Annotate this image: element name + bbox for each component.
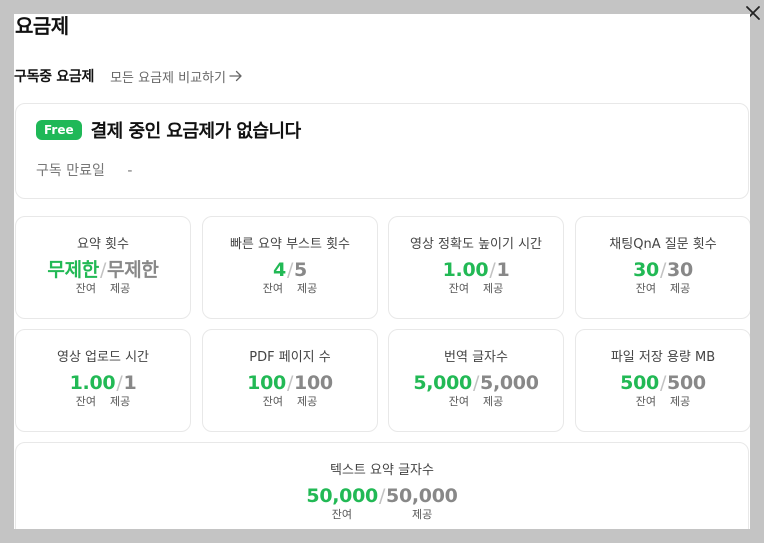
stat-total: 100: [294, 372, 333, 394]
stat-total: 30: [667, 259, 693, 281]
stat-remaining: 무제한: [47, 259, 99, 281]
stat-sublabels: 잔여 제공: [389, 282, 563, 295]
arrow-right-icon: [229, 70, 242, 82]
stat-total: 1: [496, 259, 510, 281]
provided-caption: 제공: [483, 282, 504, 295]
provided-caption: 제공: [297, 282, 318, 295]
stat-card-summary-count: 요약 횟수 무제한/무제한 잔여 제공: [15, 216, 191, 319]
remaining-caption: 잔여: [331, 508, 352, 521]
stat-sublabels: 잔여 제공: [203, 282, 377, 295]
stat-remaining: 4: [273, 259, 286, 281]
stat-values: 100/100: [203, 371, 377, 395]
stat-values: 1.00/1: [389, 258, 563, 282]
current-plan-card: Free 결제 중인 요금제가 없습니다 구독 만료일 -: [15, 103, 749, 199]
stat-label: 요약 횟수: [77, 237, 129, 252]
stat-sublabels: 잔여 제공: [203, 395, 377, 408]
stat-sublabels: 잔여 제공: [389, 395, 563, 408]
stat-label: 영상 정확도 높이기 시간: [410, 237, 542, 252]
expiry-value: -: [127, 163, 133, 179]
stat-label: 빠른 요약 부스트 횟수: [229, 237, 351, 252]
compare-plans-label: 모든 요금제 비교하기: [110, 70, 226, 86]
provided-caption: 제공: [110, 282, 131, 295]
stat-card-text-summary-chars: 텍스트 요약 글자수 50,000/50,000 잔여 제공: [15, 442, 749, 529]
provided-caption: 제공: [297, 395, 318, 408]
stat-card-storage-mb: 파일 저장 용량 MB 500/500 잔여 제공: [575, 329, 750, 432]
stat-separator: /: [472, 372, 480, 394]
subscription-label: 구독중 요금제: [14, 69, 95, 85]
stat-total: 500: [667, 372, 706, 394]
stat-values: 5,000/5,000: [389, 371, 563, 395]
stat-total: 무제한: [107, 259, 159, 281]
provided-caption: 제공: [110, 395, 131, 408]
stat-values: 4/5: [203, 258, 377, 282]
stat-values: 30/30: [576, 258, 750, 282]
plan-modal: 요금제 구독중 요금제 모든 요금제 비교하기 Free 결제 중인 요금제가 …: [14, 14, 750, 529]
stat-values: 무제한/무제한: [16, 258, 190, 282]
provided-caption: 제공: [670, 395, 691, 408]
stat-card-translation-chars: 번역 글자수 5,000/5,000 잔여 제공: [388, 329, 564, 432]
stat-separator: /: [99, 259, 107, 281]
stat-total: 5: [294, 259, 307, 281]
plan-status: 결제 중인 요금제가 없습니다: [90, 121, 302, 142]
stat-separator: /: [286, 372, 294, 394]
stat-label: 텍스트 요약 글자수: [330, 463, 434, 478]
stat-values: 500/500: [576, 371, 750, 395]
stat-separator: /: [489, 259, 496, 281]
stat-separator: /: [116, 372, 123, 394]
stat-separator: /: [659, 259, 667, 281]
stat-sublabels: 잔여 제공: [16, 282, 190, 295]
remaining-caption: 잔여: [448, 395, 469, 408]
compare-plans-link[interactable]: 모든 요금제 비교하기: [110, 67, 243, 86]
stat-separator: /: [378, 485, 386, 507]
stat-card-qna-count: 채팅QnA 질문 횟수 30/30 잔여 제공: [575, 216, 750, 319]
plan-badge: Free: [36, 120, 82, 140]
stat-remaining: 500: [620, 372, 659, 394]
stat-separator: /: [286, 259, 294, 281]
expiry-row: 구독 만료일 -: [36, 160, 132, 180]
provided-caption: 제공: [483, 395, 504, 408]
stat-remaining: 100: [247, 372, 286, 394]
stat-label: PDF 페이지 수: [249, 350, 331, 365]
provided-caption: 제공: [412, 508, 433, 521]
stat-separator: /: [659, 372, 667, 394]
stat-sublabels: 잔여 제공: [16, 508, 748, 521]
remaining-caption: 잔여: [75, 395, 96, 408]
stat-card-pdf-pages: PDF 페이지 수 100/100 잔여 제공: [202, 329, 378, 432]
stat-sublabels: 잔여 제공: [16, 395, 190, 408]
remaining-caption: 잔여: [262, 282, 283, 295]
stat-values: 50,000/50,000: [16, 484, 748, 508]
provided-caption: 제공: [670, 282, 691, 295]
stat-remaining: 1.00: [69, 372, 116, 394]
stat-remaining: 30: [633, 259, 659, 281]
stat-label: 영상 업로드 시간: [57, 350, 149, 365]
stat-values: 1.00/1: [16, 371, 190, 395]
remaining-caption: 잔여: [635, 282, 656, 295]
stat-card-boost-count: 빠른 요약 부스트 횟수 4/5 잔여 제공: [202, 216, 378, 319]
stat-sublabels: 잔여 제공: [576, 282, 750, 295]
stat-card-upload-time: 영상 업로드 시간 1.00/1 잔여 제공: [15, 329, 191, 432]
stat-remaining: 1.00: [442, 259, 489, 281]
stat-total: 5,000: [480, 372, 539, 394]
stat-sublabels: 잔여 제공: [576, 395, 750, 408]
stat-total: 1: [123, 372, 137, 394]
plan-header: Free 결제 중인 요금제가 없습니다: [36, 117, 301, 143]
remaining-caption: 잔여: [448, 282, 469, 295]
stat-remaining: 5,000: [413, 372, 472, 394]
stat-remaining: 50,000: [306, 485, 378, 507]
stat-card-accuracy-time: 영상 정확도 높이기 시간 1.00/1 잔여 제공: [388, 216, 564, 319]
remaining-caption: 잔여: [262, 395, 283, 408]
remaining-caption: 잔여: [75, 282, 96, 295]
stat-label: 번역 글자수: [444, 350, 508, 365]
stat-label: 파일 저장 용량 MB: [610, 350, 716, 365]
expiry-label: 구독 만료일: [36, 163, 105, 179]
stat-total: 50,000: [386, 485, 458, 507]
remaining-caption: 잔여: [635, 395, 656, 408]
stat-label: 채팅QnA 질문 횟수: [609, 237, 717, 252]
subscription-bar: 구독중 요금제 모든 요금제 비교하기: [14, 66, 243, 86]
modal-title: 요금제: [15, 14, 69, 38]
